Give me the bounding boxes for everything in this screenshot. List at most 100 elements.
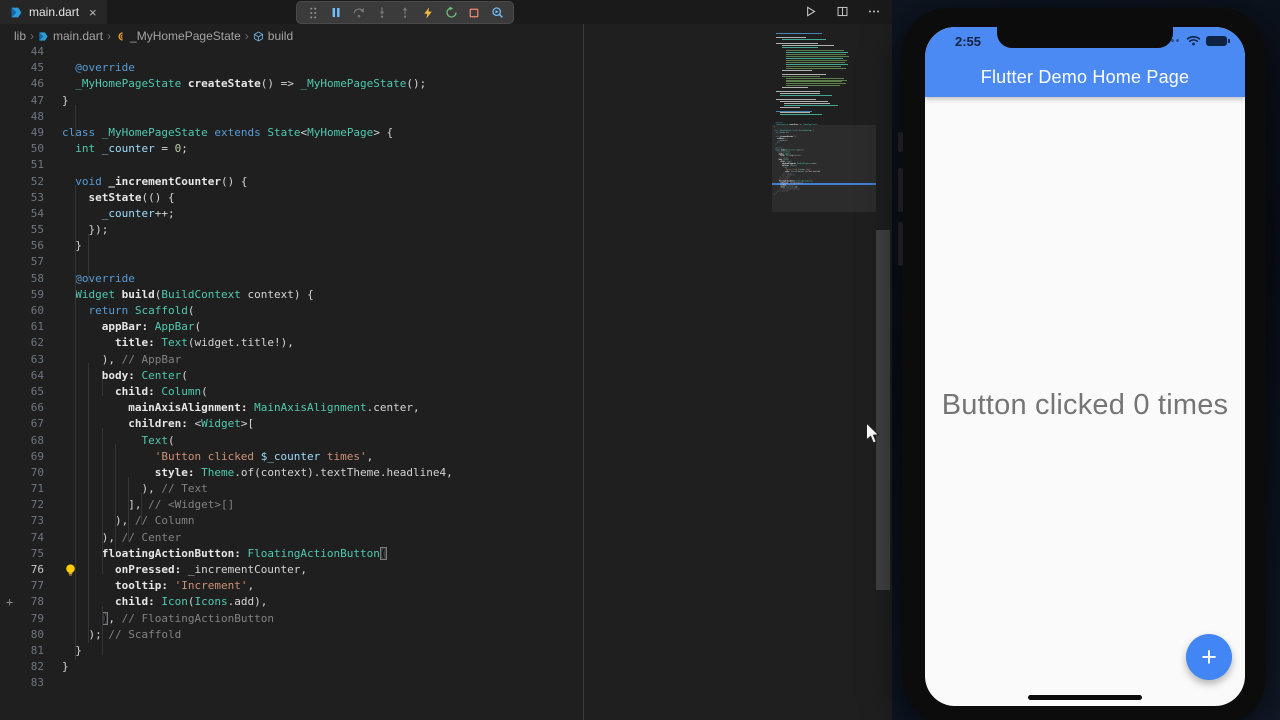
line-number: 44: [30, 45, 44, 58]
line-number: 47: [30, 93, 44, 107]
code-text: Widget build(BuildContext context) {: [75, 287, 314, 301]
code-text: onPressed: _incrementCounter,: [114, 563, 308, 576]
code-line-47[interactable]: 47}: [0, 93, 772, 109]
line-number: 48: [30, 109, 44, 123]
line-number: 61: [30, 320, 44, 334]
indent-guide: [141, 493, 142, 525]
drag-grip-handle[interactable]: [305, 5, 321, 21]
code-line-45[interactable]: 45 @override: [0, 60, 772, 76]
inspect-widget-button[interactable]: [489, 5, 505, 21]
code-line-54[interactable]: 54 _counter++;: [0, 206, 772, 222]
code-line-81[interactable]: 81 }: [0, 643, 772, 659]
code-line-51[interactable]: 51: [0, 157, 772, 173]
code-editor-pane: main.dart × lib › main.dart › _MyHomePageSta…: [0, 0, 892, 720]
code-line-83[interactable]: 83: [0, 675, 772, 691]
code-line-62[interactable]: 62 title: Text(widget.title!),: [0, 335, 772, 351]
code-line-60[interactable]: 60 return Scaffold(: [0, 303, 772, 319]
code-line-48[interactable]: 48: [0, 109, 772, 125]
line-number: 73: [30, 514, 44, 528]
code-line-52[interactable]: 52 void _incrementCounter() {: [0, 174, 772, 190]
code-line-67[interactable]: 67 children: <Widget>[: [0, 416, 772, 432]
step-into-button[interactable]: [374, 5, 390, 21]
status-bar-time: 2:55: [955, 34, 982, 49]
code-line-56[interactable]: 56 }: [0, 238, 772, 254]
more-actions-icon[interactable]: [866, 4, 882, 20]
indent-guide: [102, 428, 103, 574]
line-number: 68: [30, 433, 44, 447]
code-line-79[interactable]: 79 ), // FloatingActionButton: [0, 611, 772, 627]
minimap[interactable]: @override _MyHomePageState createState()…: [772, 26, 876, 646]
line-number: 66: [30, 401, 44, 415]
code-line-49[interactable]: 49 class _MyHomePageState extends State<M…: [0, 125, 772, 141]
code-line-53[interactable]: 53 setState(() {: [0, 190, 772, 206]
breadcrumb-item-build[interactable]: build: [253, 29, 293, 43]
stop-button[interactable]: [466, 5, 482, 21]
code-text: mainAxisAlignment: MainAxisAlignment.cen…: [128, 401, 420, 415]
increment-fab-button[interactable]: +: [1186, 634, 1232, 680]
line-number: 55: [30, 223, 44, 237]
code-line-55[interactable]: 55 });: [0, 222, 772, 238]
line-number: 63: [30, 352, 44, 366]
breadcrumb-separator: ›: [107, 29, 112, 43]
home-indicator: [1028, 695, 1142, 700]
code-text: floatingActionButton: FloatingActionButt…: [101, 546, 387, 560]
editor-scrollbar[interactable]: [876, 230, 890, 590]
code-line-66[interactable]: 66 mainAxisAlignment: MainAxisAlignment.…: [0, 400, 772, 416]
code-line-63[interactable]: 63 ), // AppBar: [0, 352, 772, 368]
line-number: 71: [30, 482, 44, 496]
line-number: 54: [30, 206, 44, 220]
code-text: }: [62, 643, 82, 657]
breadcrumb-label: build: [267, 29, 294, 43]
code-line-61[interactable]: 61 appBar: AppBar(: [0, 319, 772, 335]
lightbulb-quickfix-icon[interactable]: [64, 563, 77, 582]
code-line-80[interactable]: 80 ); // Scaffold: [0, 627, 772, 643]
line-number: 81: [30, 643, 44, 657]
code-text: return Scaffold(: [88, 304, 195, 317]
code-text: ), // Center: [62, 530, 182, 544]
hot-reload-button[interactable]: [420, 5, 436, 21]
split-editor-icon[interactable]: [834, 4, 850, 20]
code-line-58[interactable]: 58 @override: [0, 271, 772, 287]
restart-button[interactable]: [443, 5, 459, 21]
line-number: 53: [30, 190, 44, 204]
step-out-button[interactable]: [397, 5, 413, 21]
breadcrumb-item-lib[interactable]: lib: [14, 29, 26, 43]
code-line-44[interactable]: 44: [0, 44, 772, 60]
run-button[interactable]: [802, 4, 818, 20]
code-line-65[interactable]: 65 child: Column(: [0, 384, 772, 400]
line-number: 75: [30, 546, 44, 560]
code-line-82[interactable]: 82}: [0, 659, 772, 675]
step-over-button[interactable]: [351, 5, 367, 21]
code-line-77[interactable]: 77 tooltip: 'Increment',: [0, 578, 772, 594]
code-line-78[interactable]: 78 child: Icon(Icons.add),: [0, 594, 772, 610]
indent-guide: [115, 444, 116, 558]
code-line-83[interactable]: [774, 196, 870, 198]
tab-close-icon[interactable]: ×: [89, 5, 97, 20]
code-text: body: Center(: [101, 368, 188, 382]
indent-guide: [102, 606, 103, 655]
code-line-64[interactable]: 64 body: Center(: [0, 368, 772, 384]
code-line-50[interactable]: 50 int _counter = 0;: [0, 141, 772, 157]
line-number: 51: [30, 158, 44, 172]
code-line-59[interactable]: 59 Widget build(BuildContext context) {: [0, 287, 772, 303]
code-line-46[interactable]: 46 _MyHomePageState createState() => _My…: [0, 76, 772, 92]
gutter-plus-marker[interactable]: +: [6, 595, 13, 609]
breadcrumb-item-main-dart[interactable]: main.dart: [38, 29, 103, 43]
line-number: 46: [30, 77, 44, 91]
wifi-icon: [1186, 36, 1201, 46]
code-line-57[interactable]: 57: [0, 254, 772, 270]
line-number: 82: [30, 660, 44, 674]
indent-guide: [88, 363, 89, 643]
code-line-76[interactable]: 76 onPressed: _incrementCounter,: [0, 562, 772, 578]
code-text: child: Column(: [114, 384, 208, 398]
code-text: ); // Scaffold: [62, 627, 182, 641]
breadcrumb-item--myhomepagestate[interactable]: _MyHomePageState: [115, 29, 241, 43]
code-text: ), // Column: [62, 514, 195, 528]
line-number: 70: [30, 465, 44, 479]
line-number: 50: [30, 142, 44, 156]
tab-main-dart[interactable]: main.dart ×: [0, 0, 107, 24]
indent-guide: [102, 379, 103, 396]
pause-button[interactable]: [328, 5, 344, 21]
